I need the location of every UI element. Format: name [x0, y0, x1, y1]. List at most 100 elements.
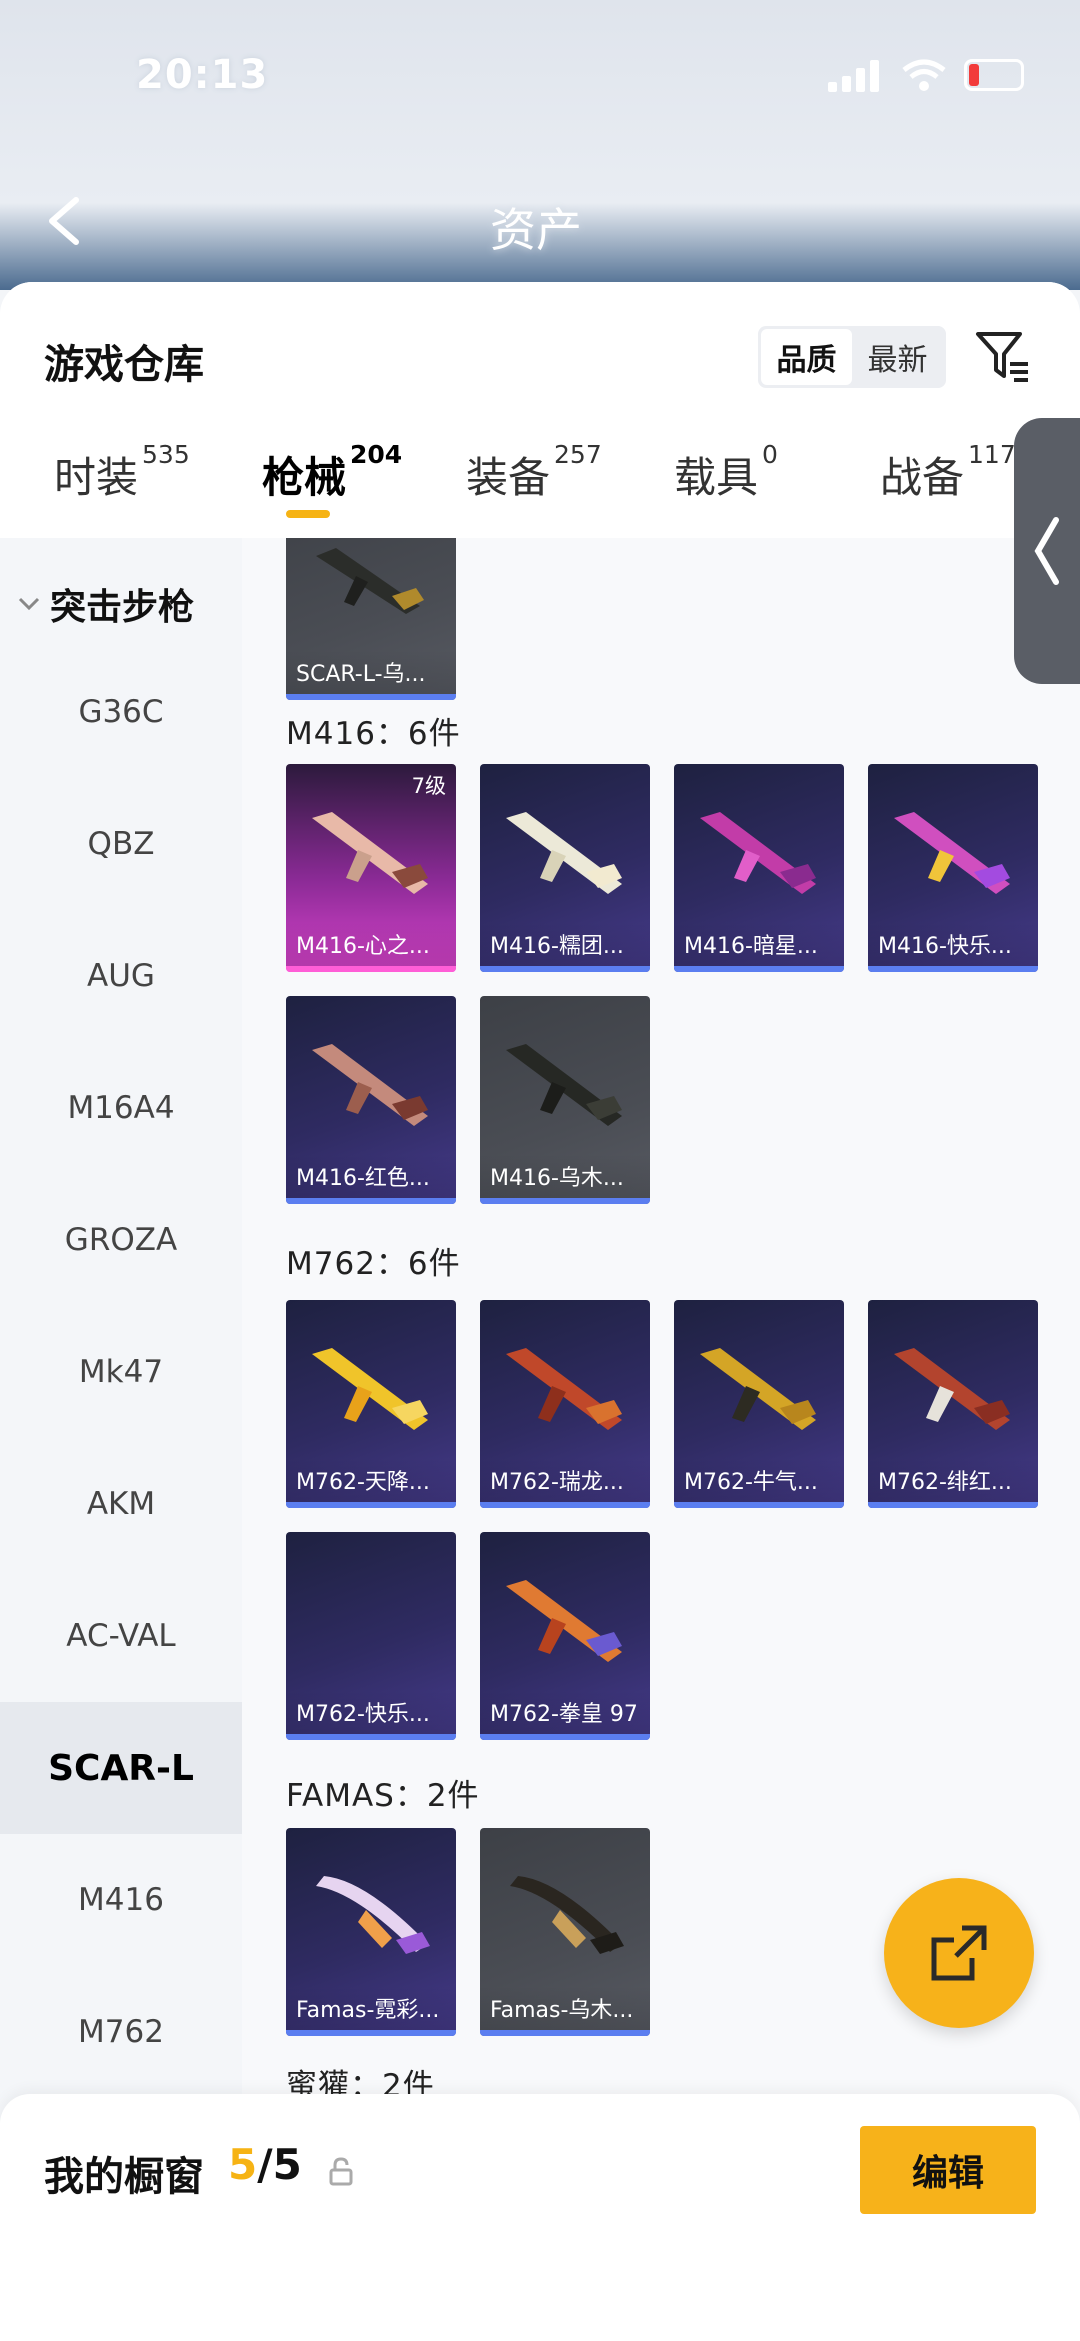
showcase-total: /5 — [257, 2140, 302, 2189]
weapon-card[interactable]: M762-快乐... — [286, 1532, 456, 1740]
weapon-card-label: SCAR-L-乌... — [286, 650, 456, 694]
sidebar-item-aug[interactable]: AUG — [0, 910, 242, 1042]
tab-label: 战备 — [880, 453, 965, 502]
rifle-icon — [506, 812, 622, 894]
weapon-card-label: M416-糯团... — [480, 922, 650, 966]
group-title-m416: M416：6件 — [286, 716, 461, 752]
app-header-background: 20:13 资产 — [0, 0, 1080, 290]
rifle-icon — [506, 1348, 622, 1430]
chevron-left-icon — [1034, 517, 1059, 585]
tab-label: 枪械 — [262, 453, 347, 502]
showcase-count: 5/5 — [228, 2140, 302, 2189]
rarity-bar — [286, 1734, 456, 1740]
sidebar-item-mk47[interactable]: Mk47 — [0, 1306, 242, 1438]
status-time: 20:13 — [136, 52, 269, 98]
page-title: 资产 — [490, 203, 582, 257]
rifle-icon — [700, 812, 816, 894]
weapon-card[interactable]: M762-天降... — [286, 1300, 456, 1508]
weapon-card[interactable]: M762-瑞龙... — [480, 1300, 650, 1508]
tab-vehicles[interactable]: 载具 0 — [674, 440, 778, 505]
weapon-card-label: M762-拳皇 97 — [480, 1690, 650, 1734]
tab-gear[interactable]: 战备 117 — [880, 440, 1016, 505]
tab-equipment[interactable]: 装备 257 — [466, 440, 602, 505]
tab-costume[interactable]: 时装 535 — [54, 440, 190, 505]
weapon-card-label: M416-暗星... — [674, 922, 844, 966]
sort-quality-button[interactable]: 品质 — [761, 329, 852, 385]
weapon-card[interactable]: Famas-乌木... — [480, 1828, 650, 2036]
weapon-card-label: M416-快乐... — [868, 922, 1038, 966]
group-title-famas: FAMAS：2件 — [286, 1778, 480, 1814]
sidebar-item-ac-val[interactable]: AC-VAL — [0, 1570, 242, 1702]
weapon-card-label: M416-乌木... — [480, 1154, 650, 1198]
rarity-bar — [480, 1502, 650, 1508]
rarity-bar — [480, 966, 650, 972]
sheet-header: 游戏仓库 品质 最新 — [0, 282, 1080, 412]
rifle-icon — [312, 1348, 428, 1430]
rarity-bar — [674, 1502, 844, 1508]
drawer-handle[interactable] — [1014, 418, 1080, 684]
rarity-bar — [674, 966, 844, 972]
weapon-card[interactable]: M762-牛气... — [674, 1300, 844, 1508]
rarity-bar — [286, 1198, 456, 1204]
tab-label: 载具 — [674, 453, 759, 502]
tab-count: 535 — [142, 440, 190, 469]
weapon-card[interactable]: M762-绯红... — [868, 1300, 1038, 1508]
rarity-bar — [286, 966, 456, 972]
sidebar-item-akm[interactable]: AKM — [0, 1438, 242, 1570]
weapon-card[interactable]: M416-糯团... — [480, 764, 650, 972]
rarity-bar — [286, 694, 456, 700]
sort-latest-button[interactable]: 最新 — [852, 329, 943, 385]
rarity-bar — [480, 1734, 650, 1740]
weapon-card-label: Famas-霓彩... — [286, 1986, 456, 2030]
rifle-icon — [510, 1876, 624, 1954]
weapon-card[interactable]: M416-红色... — [286, 996, 456, 1204]
rifle-icon — [894, 1348, 1010, 1430]
rifle-icon — [316, 548, 424, 614]
weapon-card[interactable]: SCAR-L-乌... — [286, 538, 456, 700]
weapon-card[interactable]: 7级 M416-心之... — [286, 764, 456, 972]
weapon-card-label: M416-心之... — [286, 922, 456, 966]
wifi-icon — [902, 59, 946, 91]
weapon-card-label: M762-天降... — [286, 1458, 456, 1502]
back-arrow-icon[interactable] — [44, 196, 84, 246]
weapon-card-label: M416-红色... — [286, 1154, 456, 1198]
sidebar-item-m16a4[interactable]: M16A4 — [0, 1042, 242, 1174]
showcase-bar: 我的橱窗 5/5 编辑 — [0, 2094, 1080, 2341]
group-title-m762: M762：6件 — [286, 1246, 461, 1282]
sheet-title: 游戏仓库 — [44, 342, 204, 388]
weapon-card[interactable]: M416-快乐... — [868, 764, 1038, 972]
edit-button[interactable]: 编辑 — [860, 2126, 1036, 2214]
weapon-card-label: M762-快乐... — [286, 1690, 456, 1734]
filter-icon[interactable] — [974, 328, 1032, 384]
status-icons — [828, 58, 1024, 92]
active-tab-indicator — [286, 510, 330, 518]
sort-toggle: 品质 最新 — [758, 326, 946, 388]
rifle-icon — [700, 1348, 816, 1430]
weapon-card-label: M762-瑞龙... — [480, 1458, 650, 1502]
sidebar-item-scar-l[interactable]: SCAR-L — [0, 1702, 242, 1834]
tab-weapons[interactable]: 枪械 204 — [262, 440, 402, 505]
weapon-card[interactable]: M416-暗星... — [674, 764, 844, 972]
weapon-sidebar: 突击步枪 G36C QBZ AUG M16A4 GROZA Mk47 AKM A… — [0, 538, 242, 2186]
sidebar-item-qbz[interactable]: QBZ — [0, 778, 242, 910]
tab-count: 117 — [968, 440, 1016, 469]
weapon-card-label: M762-牛气... — [674, 1458, 844, 1502]
sidebar-item-m762[interactable]: M762 — [0, 1966, 242, 2098]
signal-icon — [828, 58, 884, 92]
rarity-bar — [868, 1502, 1038, 1508]
rifle-icon — [506, 1044, 622, 1126]
sidebar-item-g36c[interactable]: G36C — [0, 646, 242, 778]
sidebar-group-assault-rifles[interactable]: 突击步枪 — [18, 578, 194, 630]
weapon-card[interactable]: M762-拳皇 97 — [480, 1532, 650, 1740]
weapon-card[interactable]: Famas-霓彩... — [286, 1828, 456, 2036]
rifle-icon — [312, 812, 428, 894]
sidebar-item-m416[interactable]: M416 — [0, 1834, 242, 1966]
sidebar-item-groza[interactable]: GROZA — [0, 1174, 242, 1306]
rifle-icon — [894, 812, 1010, 894]
share-button[interactable] — [884, 1878, 1034, 2028]
weapon-card-label: Famas-乌木... — [480, 1986, 650, 2030]
weapon-card[interactable]: M416-乌木... — [480, 996, 650, 1204]
weapon-card-label: M762-绯红... — [868, 1458, 1038, 1502]
tab-label: 时装 — [54, 453, 139, 502]
share-icon — [931, 1925, 987, 1981]
